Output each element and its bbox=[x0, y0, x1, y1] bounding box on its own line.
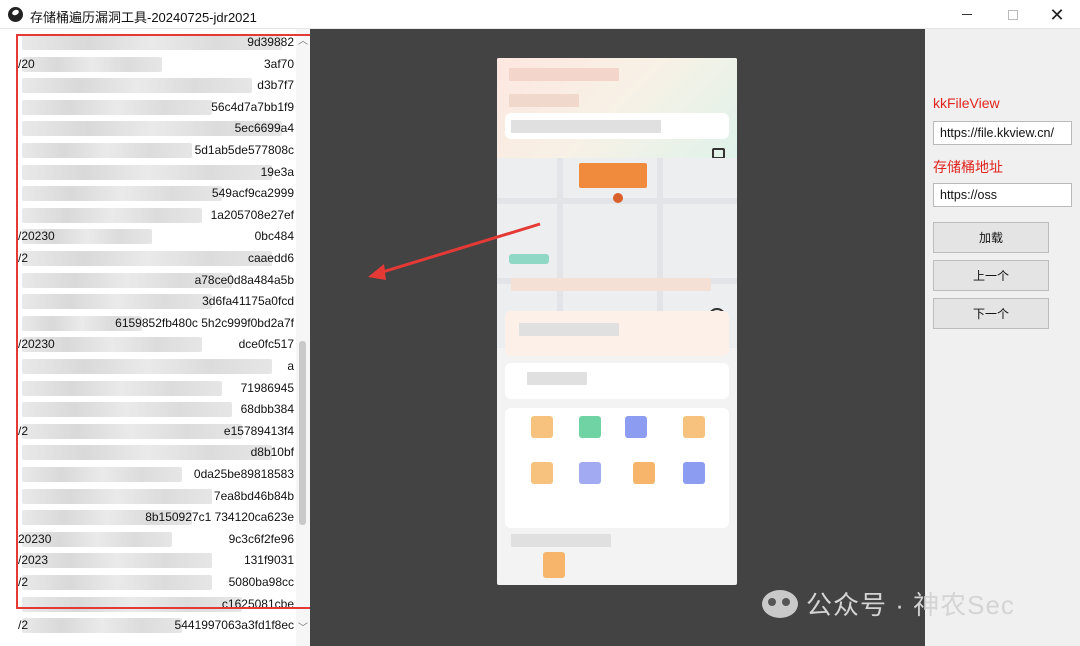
list-item-suffix: 5441997063a3fd1f8ec bbox=[174, 618, 294, 633]
title-bar[interactable]: 存储桶遍历漏洞工具-20240725-jdr2021 ✕ bbox=[0, 0, 1080, 29]
red-arrow-icon bbox=[368, 222, 541, 280]
bucket-address-label: 存储桶地址 bbox=[933, 159, 1003, 175]
watermark-text: 公众号 · 神农Sec bbox=[806, 590, 1015, 620]
kkfileview-label: kkFileView bbox=[933, 95, 1000, 111]
service-icon bbox=[579, 416, 601, 438]
bucket-address-field[interactable]: https://oss bbox=[933, 183, 1072, 207]
service-icon bbox=[579, 462, 601, 484]
blurred-text bbox=[519, 323, 619, 336]
minimize-button[interactable] bbox=[944, 0, 990, 29]
load-button[interactable]: 加载 bbox=[933, 222, 1049, 253]
scroll-down-arrow-icon[interactable]: ﹀ bbox=[298, 619, 308, 634]
file-list-highlight-box bbox=[16, 34, 336, 609]
next-button[interactable]: 下一个 bbox=[933, 298, 1049, 329]
window-title: 存储桶遍历漏洞工具-20240725-jdr2021 bbox=[30, 10, 257, 25]
list-item-prefix: /2 bbox=[18, 618, 29, 633]
close-icon: ✕ bbox=[1049, 4, 1065, 25]
map-pin-icon bbox=[613, 193, 623, 203]
wechat-logo-icon bbox=[762, 589, 798, 618]
app-icon bbox=[8, 7, 23, 22]
service-icon bbox=[633, 462, 655, 484]
maximize-icon bbox=[1008, 9, 1018, 20]
service-icon bbox=[531, 462, 553, 484]
service-icon bbox=[683, 416, 705, 438]
list-item[interactable]: /2 5441997063a3fd1f8ec bbox=[0, 615, 296, 637]
watermark: 公众号 · 神农Sec bbox=[762, 585, 1015, 622]
blurred-text bbox=[509, 68, 619, 81]
maximize-button[interactable] bbox=[990, 0, 1036, 29]
blurred-text bbox=[527, 372, 587, 385]
promo-image bbox=[543, 552, 565, 578]
blurred-text bbox=[22, 618, 182, 634]
service-icon bbox=[531, 416, 553, 438]
map-marker-label bbox=[579, 163, 647, 188]
service-icon bbox=[625, 416, 647, 438]
kkfileview-url-field[interactable]: https://file.kkview.cn/ bbox=[933, 121, 1072, 145]
previous-button[interactable]: 上一个 bbox=[933, 260, 1049, 291]
close-button[interactable]: ✕ bbox=[1034, 0, 1080, 29]
minimize-icon bbox=[962, 14, 972, 15]
blurred-text bbox=[511, 120, 661, 133]
blurred-text bbox=[509, 94, 579, 107]
app-window: 存储桶遍历漏洞工具-20240725-jdr2021 ✕ 9d39882/20 3… bbox=[0, 0, 1080, 646]
service-icon bbox=[683, 462, 705, 484]
blurred-text bbox=[511, 534, 611, 547]
preview-image bbox=[497, 58, 737, 585]
